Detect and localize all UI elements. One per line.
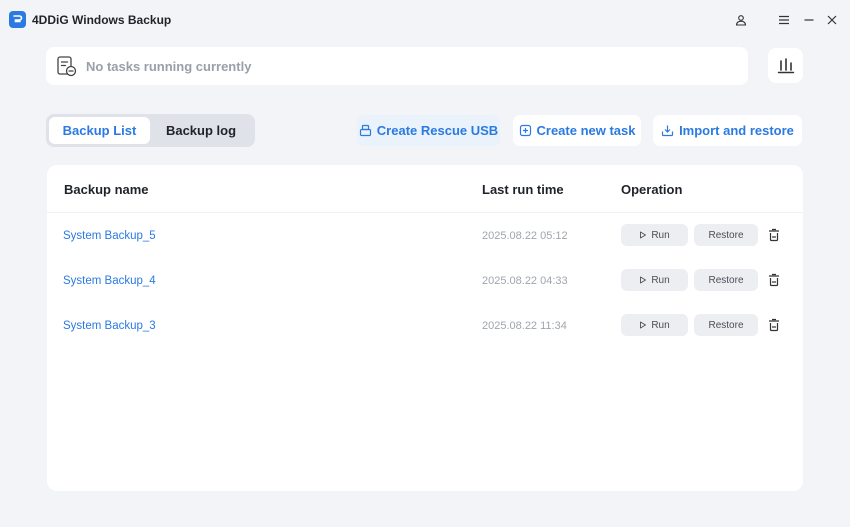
status-text: No tasks running currently	[86, 59, 252, 74]
last-run-time: 2025.08.22 05:12	[482, 230, 568, 242]
delete-icon[interactable]	[766, 272, 782, 288]
run-label: Run	[651, 319, 670, 331]
restore-button[interactable]: Restore	[694, 269, 758, 291]
tab-backup-log[interactable]: Backup log	[150, 117, 252, 144]
table-row: System Backup_3 2025.08.22 11:34 Run Res…	[47, 304, 803, 349]
last-run-time: 2025.08.22 04:33	[482, 275, 568, 287]
menu-icon[interactable]	[774, 10, 794, 30]
task-status-bar: No tasks running currently	[46, 47, 748, 85]
app-logo-icon	[9, 11, 26, 28]
play-icon	[640, 276, 647, 284]
usb-icon	[359, 124, 371, 137]
restore-button[interactable]: Restore	[694, 314, 758, 336]
column-last-run-time: Last run time	[482, 182, 564, 197]
app-title: 4DDiG Windows Backup	[32, 13, 172, 27]
backup-name-link[interactable]: System Backup_5	[63, 230, 156, 242]
import-and-restore-button[interactable]: Import and restore	[653, 115, 802, 146]
run-label: Run	[651, 229, 670, 241]
column-operation: Operation	[621, 182, 683, 197]
play-icon	[640, 321, 647, 329]
import-and-restore-label: Import and restore	[679, 123, 794, 138]
view-tabs: Backup List Backup log	[46, 114, 255, 147]
title-bar: 4DDiG Windows Backup	[0, 0, 850, 40]
backup-name-link[interactable]: System Backup_3	[63, 320, 156, 332]
task-document-icon	[55, 55, 77, 77]
table-row: System Backup_4 2025.08.22 04:33 Run Res…	[47, 259, 803, 304]
import-icon	[661, 125, 674, 137]
create-rescue-usb-button[interactable]: Create Rescue USB	[357, 115, 500, 146]
minimize-icon[interactable]	[799, 10, 819, 30]
last-run-time: 2025.08.22 11:34	[482, 320, 567, 332]
table-row: System Backup_5 2025.08.22 05:12 Run Res…	[47, 214, 803, 259]
create-rescue-usb-label: Create Rescue USB	[376, 123, 499, 138]
run-button[interactable]: Run	[621, 224, 688, 246]
create-new-task-label: Create new task	[536, 123, 636, 138]
restore-button[interactable]: Restore	[694, 224, 758, 246]
run-button[interactable]: Run	[621, 269, 688, 291]
run-label: Run	[651, 274, 670, 286]
run-button[interactable]: Run	[621, 314, 688, 336]
delete-icon[interactable]	[766, 227, 782, 243]
close-icon[interactable]	[822, 10, 842, 30]
statistics-button[interactable]	[768, 48, 803, 83]
tab-backup-list[interactable]: Backup List	[49, 117, 150, 144]
column-backup-name: Backup name	[64, 182, 149, 197]
create-new-task-button[interactable]: Create new task	[513, 115, 641, 146]
delete-icon[interactable]	[766, 317, 782, 333]
backup-name-link[interactable]: System Backup_4	[63, 275, 156, 287]
table-header: Backup name Last run time Operation	[47, 165, 803, 213]
backup-list-panel: Backup name Last run time Operation Syst…	[47, 165, 803, 491]
add-icon	[519, 124, 531, 137]
account-icon[interactable]	[731, 10, 751, 30]
play-icon	[640, 231, 647, 239]
bar-chart-icon	[777, 57, 794, 73]
